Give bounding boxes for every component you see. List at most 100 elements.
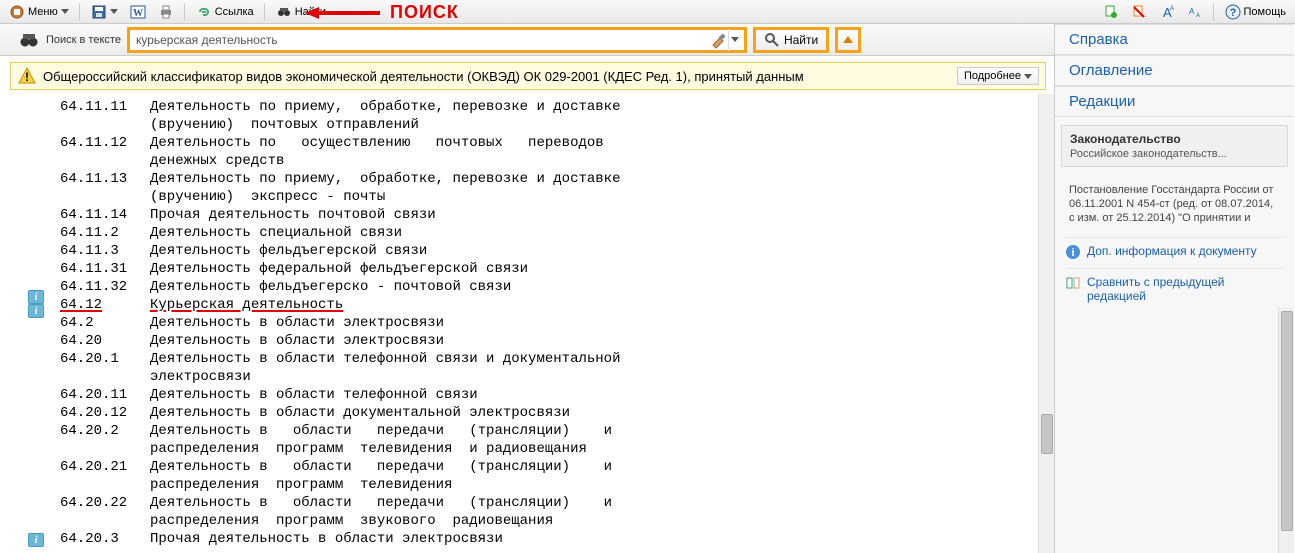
line-code: 64.11.12	[60, 134, 150, 152]
document-content-wrap: i i i 64.11.11Деятельность по приему, об…	[0, 94, 1054, 553]
separator	[184, 3, 186, 21]
document-line: (вручению) почтовых отправлений	[60, 116, 1044, 134]
binoculars-icon	[18, 29, 40, 51]
word-icon: W	[130, 4, 146, 20]
scrollbar-thumb[interactable]	[1281, 311, 1293, 531]
warning-icon: !	[17, 66, 37, 86]
line-text: электросвязи	[150, 368, 251, 386]
line-text: Курьерская деятельность	[150, 296, 343, 314]
document-line: распределения программ телевидения и рад…	[60, 440, 1044, 458]
svg-text:A: A	[1189, 7, 1195, 16]
info-icon: i	[1065, 244, 1081, 260]
sidebar-scrollbar[interactable]	[1278, 307, 1294, 553]
save-button[interactable]	[86, 2, 123, 22]
warning-banner-row: ! Общероссийский классификатор видов эко…	[10, 62, 1046, 90]
line-text: Деятельность в области электросвязи	[150, 314, 444, 332]
document-line: (вручению) экспресс - почты	[60, 188, 1044, 206]
line-code: 64.20.21	[60, 458, 150, 476]
line-text: Деятельность по осуществлению почтовых п…	[150, 134, 604, 152]
document-line: 64.11.13Деятельность по приему, обработк…	[60, 170, 1044, 188]
printer-icon	[158, 4, 174, 20]
line-code: 64.11.32	[60, 278, 150, 296]
link-button[interactable]: Ссылка	[191, 2, 259, 22]
chevron-down-icon	[110, 9, 118, 14]
sidebar-item-revisions[interactable]: Редакции	[1055, 86, 1294, 117]
warning-banner: ! Общероссийский классификатор видов эко…	[10, 62, 1046, 90]
font-small-icon: AA	[1187, 4, 1203, 20]
document-line: 64.11.11Деятельность по приему, обработк…	[60, 98, 1044, 116]
menu-button[interactable]: Меню	[4, 2, 74, 22]
line-code: 64.11.31	[60, 260, 150, 278]
line-text: распределения программ звукового радиове…	[150, 512, 553, 530]
separator	[1213, 3, 1215, 21]
banner-more-label: Подробнее	[964, 70, 1021, 82]
separator	[264, 3, 266, 21]
line-code: 64.20.3	[60, 530, 150, 548]
link-label: Ссылка	[215, 6, 254, 18]
search-input[interactable]	[134, 32, 710, 48]
svg-text:W: W	[133, 8, 143, 19]
info-marker[interactable]: i	[28, 304, 44, 318]
sidebar-action-docinfo[interactable]: i Доп. информация к документу	[1065, 237, 1284, 260]
line-code: 64.20.2	[60, 422, 150, 440]
line-text: Деятельность по приему, обработке, перев…	[150, 170, 620, 188]
font-dec-button[interactable]: AA	[1182, 2, 1208, 22]
line-text: (вручению) почтовых отправлений	[150, 116, 419, 134]
document-line: 64.12Курьерская деятельность	[60, 296, 1044, 314]
sidebar-item-info[interactable]: Справка	[1055, 24, 1294, 55]
line-text: Деятельность в области телефонной связи …	[150, 350, 620, 368]
line-code: 64.11.2	[60, 224, 150, 242]
tool-2[interactable]	[1126, 2, 1152, 22]
line-text: Прочая деятельность почтовой связи	[150, 206, 436, 224]
search-in-text-bar: Поиск в тексте Найти	[0, 24, 1054, 56]
svg-text:A: A	[1196, 13, 1200, 19]
line-code: 64.11.14	[60, 206, 150, 224]
clear-icon[interactable]	[710, 31, 728, 49]
search-input-container	[127, 27, 747, 53]
scrollbar-thumb[interactable]	[1041, 414, 1053, 454]
line-text: денежных средств	[150, 152, 284, 170]
chevron-down-icon	[61, 9, 69, 14]
annotation-arrow: ПОИСК	[305, 2, 459, 23]
tool-1[interactable]	[1098, 2, 1124, 22]
line-text: Деятельность по приему, обработке, перев…	[150, 98, 620, 116]
font-inc-button[interactable]: AA	[1154, 2, 1180, 22]
top-toolbar: Меню W Ссылка	[0, 0, 1295, 24]
print-button[interactable]	[153, 2, 179, 22]
document-line: 64.11.31Деятельность федеральной фельдъе…	[60, 260, 1044, 278]
word-export-button[interactable]: W	[125, 2, 151, 22]
info-markers: i i	[28, 290, 44, 318]
line-text: Деятельность специальной связи	[150, 224, 402, 242]
sidebar-doc-reference: Постановление Госстандарта России от 06.…	[1065, 179, 1284, 229]
scrollbar-vertical[interactable]	[1038, 94, 1054, 553]
right-sidebar: Справка Оглавление Редакции Законодатель…	[1055, 24, 1294, 553]
line-text: Прочая деятельность в области электросвя…	[150, 530, 503, 548]
info-marker[interactable]: i	[28, 533, 44, 547]
line-code: 64.20.22	[60, 494, 150, 512]
search-label: Поиск в тексте	[46, 34, 121, 46]
line-text: Деятельность в области телефонной связи	[150, 386, 478, 404]
search-dropdown[interactable]	[728, 29, 742, 51]
sidebar-action-label: Доп. информация к документу	[1087, 244, 1257, 258]
document-line: 64.20.2Деятельность в области передачи (…	[60, 422, 1044, 440]
binoculars-icon	[276, 4, 292, 20]
sidebar-item-contents[interactable]: Оглавление	[1055, 55, 1294, 86]
floppy-icon	[91, 4, 107, 20]
line-text: распределения программ телевидения и рад…	[150, 440, 587, 458]
sidebar-action-compare[interactable]: Сравнить с предыдущей редакцией	[1065, 268, 1284, 303]
line-code: 64.11.11	[60, 98, 150, 116]
collapse-search-button[interactable]	[835, 27, 861, 53]
banner-more-button[interactable]: Подробнее	[957, 67, 1039, 85]
line-code: 64.20	[60, 332, 150, 350]
separator	[79, 3, 81, 21]
document-line: 64.20.21Деятельность в области передачи …	[60, 458, 1044, 476]
help-button[interactable]: ? Помощь	[1220, 2, 1292, 22]
line-code: 64.2	[60, 314, 150, 332]
info-marker[interactable]: i	[28, 290, 44, 304]
line-text: (вручению) экспресс - почты	[150, 188, 385, 206]
sidebar-item-label: Оглавление	[1069, 62, 1153, 79]
svg-text:!: !	[25, 70, 29, 84]
annotation-text: ПОИСК	[390, 2, 459, 23]
document-line: 64.20.12Деятельность в области документа…	[60, 404, 1044, 422]
find-in-text-button[interactable]: Найти	[753, 27, 829, 53]
